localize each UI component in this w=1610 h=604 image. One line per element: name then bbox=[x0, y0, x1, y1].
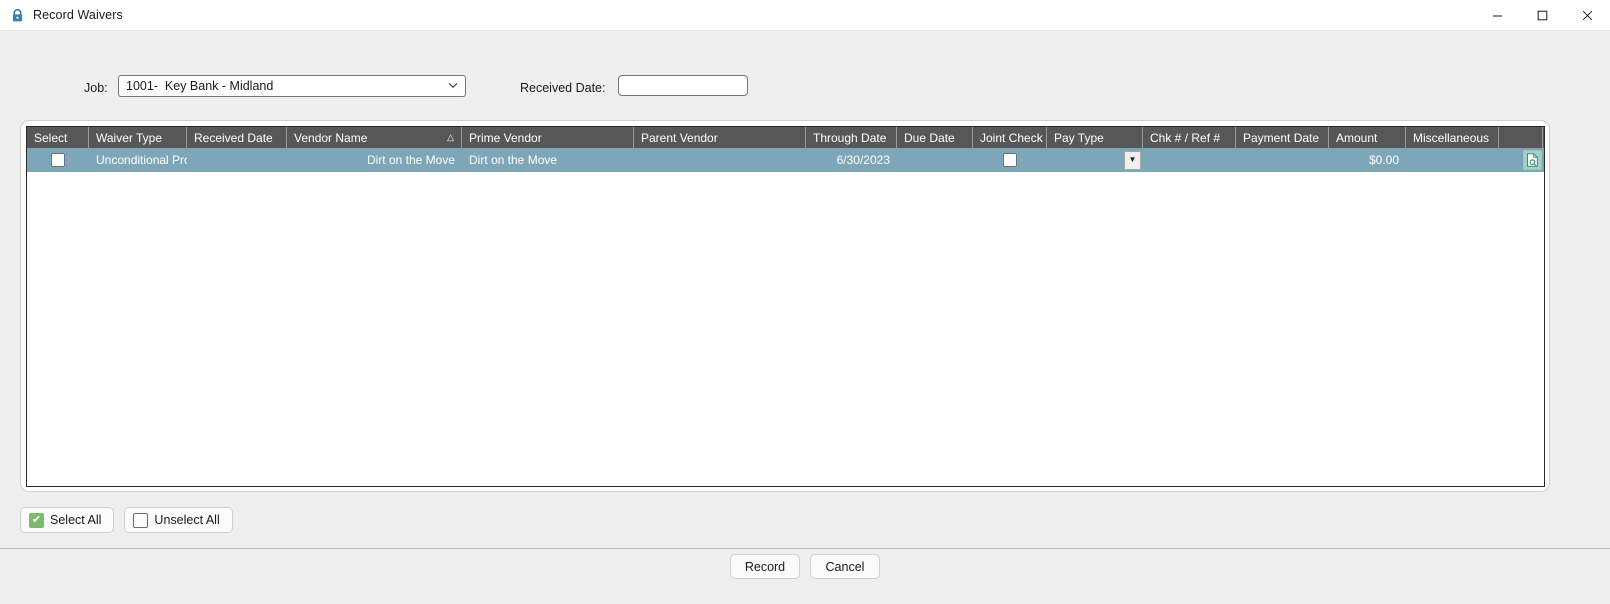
grid-header-vendor_name[interactable]: Vendor Name △ bbox=[287, 127, 462, 148]
grid-header-joint_check[interactable]: Joint Check bbox=[973, 127, 1047, 148]
grid-header-parent_vendor[interactable]: Parent Vendor bbox=[634, 127, 806, 148]
grid-header-label: Amount bbox=[1336, 130, 1378, 145]
grid-header-label: Pay Type bbox=[1054, 130, 1104, 145]
job-label: Job: bbox=[84, 81, 108, 95]
minimize-icon bbox=[1493, 15, 1502, 16]
grid-header-prime_vendor[interactable]: Prime Vendor bbox=[462, 127, 634, 148]
grid-header-label: Payment Date bbox=[1243, 130, 1320, 145]
grid-header-through_date[interactable]: Through Date bbox=[806, 127, 897, 148]
grid-header-label: Waiver Type bbox=[96, 130, 163, 145]
close-button[interactable] bbox=[1565, 0, 1610, 30]
grid-header-label: Select bbox=[34, 130, 68, 145]
close-icon bbox=[1582, 10, 1593, 20]
footer-actions: Record Cancel bbox=[0, 554, 1610, 579]
grid-header-select[interactable]: Select bbox=[27, 127, 89, 148]
cell-prime_vendor: Dirt on the Move bbox=[469, 153, 558, 167]
waivers-grid: Select Waiver Type Received Date Vendor Nam… bbox=[26, 126, 1545, 487]
received-date-label: Received Date: bbox=[520, 81, 606, 95]
grid-header-chk_ref[interactable]: Chk # / Ref # bbox=[1143, 127, 1236, 148]
grid-header-payment_date[interactable]: Payment Date bbox=[1236, 127, 1329, 148]
cell-amount: $0.00 bbox=[1368, 153, 1399, 167]
window-title: Record Waivers bbox=[33, 8, 123, 22]
lock-icon bbox=[9, 7, 25, 23]
cell-payment_date bbox=[1236, 148, 1329, 172]
grid-header-label: Prime Vendor bbox=[469, 130, 542, 145]
received-date-input[interactable] bbox=[618, 75, 748, 96]
grid-header-label: Vendor Name bbox=[294, 130, 368, 145]
cell-action bbox=[1499, 148, 1543, 172]
grid-header-action[interactable] bbox=[1499, 127, 1543, 148]
grid-header-label: Through Date bbox=[813, 130, 887, 145]
minimize-button[interactable] bbox=[1475, 0, 1520, 30]
cancel-button[interactable]: Cancel bbox=[810, 554, 880, 579]
cell-through_date: 6/30/2023 bbox=[836, 153, 890, 167]
grid-header-label: Received Date bbox=[194, 130, 273, 145]
title-bar: Record Waivers bbox=[0, 0, 1610, 31]
unselect-all-button[interactable]: Unselect All bbox=[124, 507, 233, 533]
chevron-down-icon bbox=[448, 82, 458, 91]
grid-header-label: Due Date bbox=[904, 130, 955, 145]
cell-pay-type: ▼ bbox=[1047, 148, 1143, 172]
waivers-grid-panel: Select Waiver Type Received Date Vendor Nam… bbox=[20, 120, 1550, 492]
cell-joint-check bbox=[973, 148, 1047, 172]
grid-header-miscellaneous[interactable]: Miscellaneous bbox=[1406, 127, 1499, 148]
select-all-button[interactable]: ✔ Select All bbox=[20, 507, 115, 533]
grid-header-label: Joint Check bbox=[980, 130, 1043, 145]
unselect-all-label: Unselect All bbox=[154, 513, 220, 527]
grid-body: Unconditional Pro... Dirt on the Move Dirt… bbox=[27, 148, 1544, 172]
footer-divider bbox=[0, 548, 1610, 549]
select-all-label: Select All bbox=[50, 513, 102, 527]
grid-header-label: Miscellaneous bbox=[1413, 130, 1490, 145]
grid-header-label: Parent Vendor bbox=[641, 130, 718, 145]
cell-parent_vendor bbox=[634, 148, 806, 172]
grid-header-row: Select Waiver Type Received Date Vendor Nam… bbox=[27, 127, 1544, 148]
cell-vendor_name: Dirt on the Move bbox=[366, 153, 455, 167]
filter-form: Job: 1001- Key Bank - Midland Received D… bbox=[0, 74, 1610, 104]
row-select-checkbox[interactable] bbox=[51, 153, 65, 167]
record-button[interactable]: Record bbox=[730, 554, 800, 579]
cell-miscellaneous bbox=[1406, 148, 1499, 172]
maximize-button[interactable] bbox=[1520, 0, 1565, 30]
window-controls bbox=[1475, 0, 1610, 30]
cell-chk_ref bbox=[1143, 148, 1236, 172]
cell-waiver_type: Unconditional Pro... bbox=[96, 153, 187, 167]
checked-checkbox-icon: ✔ bbox=[29, 512, 44, 528]
document-preview-icon[interactable] bbox=[1523, 150, 1542, 170]
job-dropdown-value: 1001- Key Bank - Midland bbox=[126, 79, 274, 93]
grid-header-amount[interactable]: Amount bbox=[1329, 127, 1406, 148]
selection-toolbar: ✔ Select All Unselect All bbox=[20, 507, 233, 533]
cell-select bbox=[27, 148, 89, 172]
maximize-icon bbox=[1537, 10, 1548, 20]
cell-received_date bbox=[187, 148, 287, 172]
grid-header-due_date[interactable]: Due Date bbox=[897, 127, 973, 148]
joint-check-checkbox[interactable] bbox=[1003, 153, 1017, 167]
grid-header-received_date[interactable]: Received Date bbox=[187, 127, 287, 148]
cell-due_date bbox=[897, 148, 973, 172]
grid-header-waiver_type[interactable]: Waiver Type bbox=[89, 127, 187, 148]
grid-header-pay_type[interactable]: Pay Type bbox=[1047, 127, 1143, 148]
pay-type-dropdown-button[interactable]: ▼ bbox=[1124, 150, 1141, 170]
job-dropdown[interactable]: 1001- Key Bank - Midland bbox=[118, 75, 466, 97]
sort-ascending-icon: △ bbox=[447, 132, 454, 142]
empty-checkbox-icon bbox=[133, 512, 149, 528]
grid-header-label: Chk # / Ref # bbox=[1150, 130, 1221, 145]
table-row[interactable]: Unconditional Pro... Dirt on the Move Dirt… bbox=[27, 148, 1544, 172]
